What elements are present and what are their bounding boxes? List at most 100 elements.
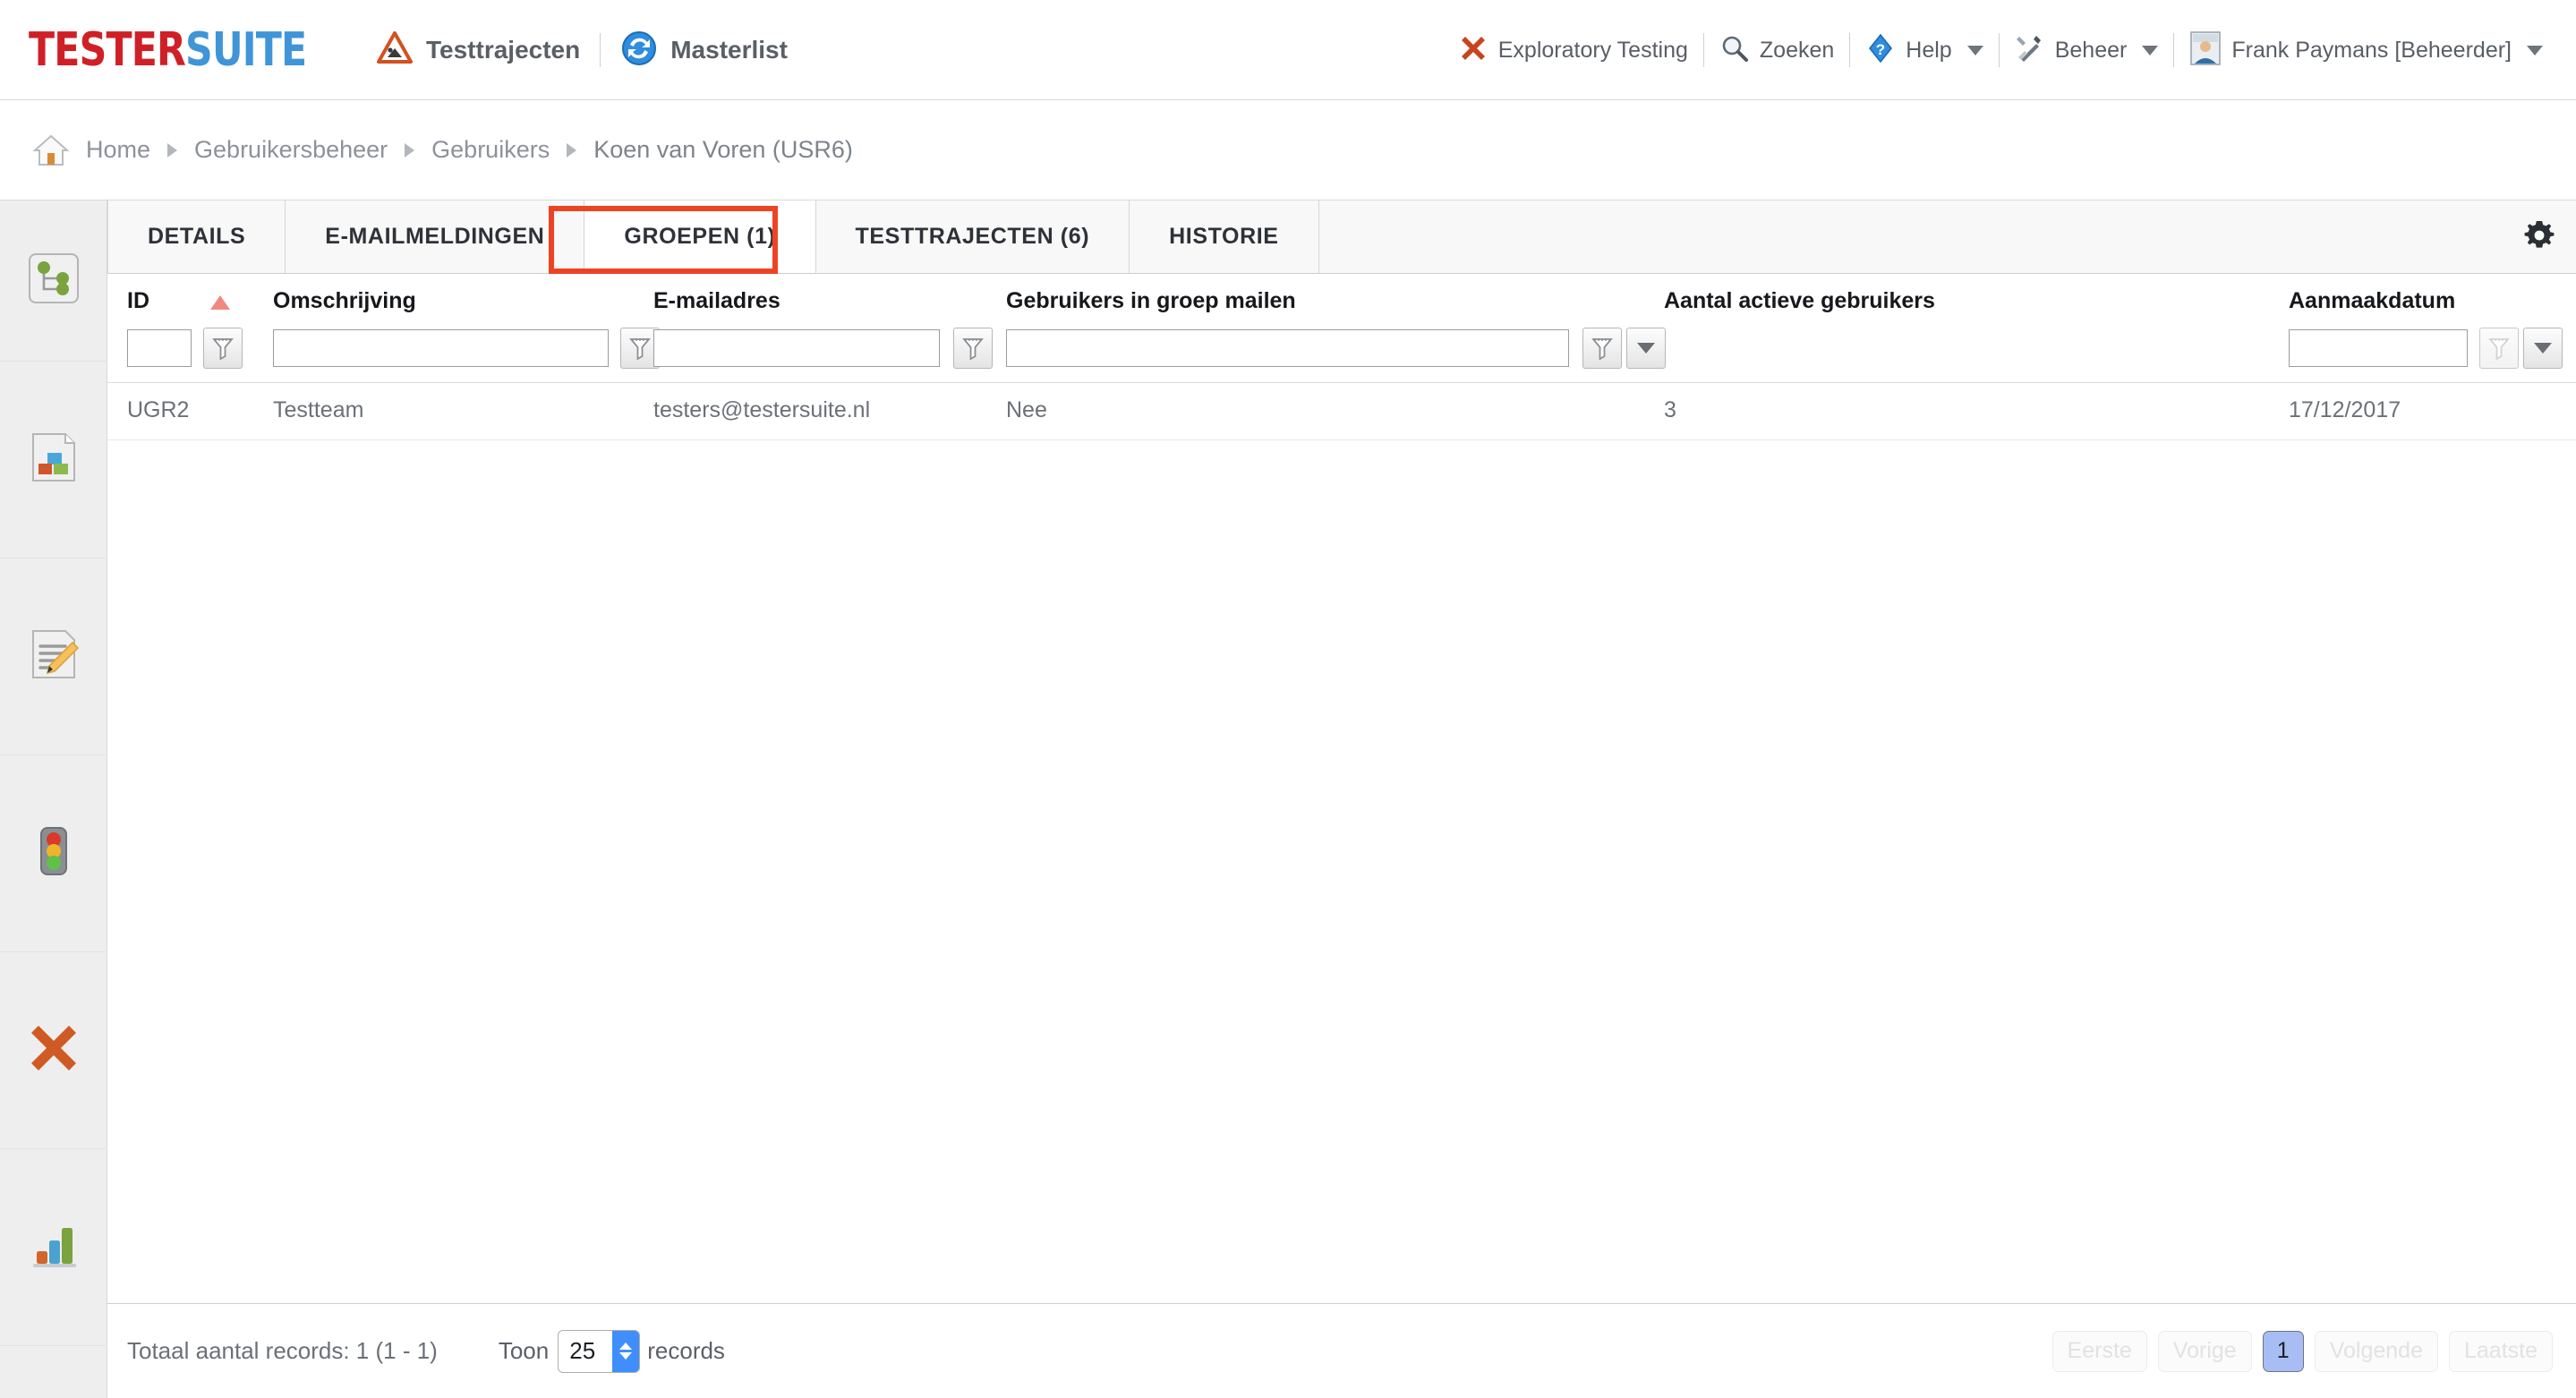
svg-text:?: ? xyxy=(1876,41,1885,58)
home-icon[interactable] xyxy=(32,132,70,169)
filter-input-id[interactable] xyxy=(127,329,192,367)
tab-historie[interactable]: HISTORIE xyxy=(1130,200,1319,273)
nav-exploratory-testing[interactable]: Exploratory Testing xyxy=(1443,0,1703,100)
total-records-label: Totaal aantal records: 1 (1 - 1) xyxy=(127,1337,438,1364)
breadcrumb-item-gebruikersbeheer[interactable]: Gebruikersbeheer xyxy=(194,136,388,164)
nav-user-menu-label: Frank Paymans [Beheerder] xyxy=(2231,37,2512,63)
chevron-down-icon[interactable] xyxy=(1966,45,1983,55)
tools-icon xyxy=(2015,33,2045,68)
nav-beheer[interactable]: Beheer xyxy=(2000,0,2174,100)
tab-emailmeldingen[interactable]: E-MAILMELDINGEN xyxy=(286,200,585,273)
filter-button-id[interactable] xyxy=(203,328,243,369)
nav-beheer-label: Beheer xyxy=(2054,37,2128,63)
chevron-right-icon xyxy=(167,142,178,158)
pagination-first: Eerste xyxy=(2051,1330,2147,1372)
cell-aanmaakdatum: 17/12/2017 xyxy=(2289,397,2401,422)
chevron-down-icon[interactable] xyxy=(2142,45,2159,55)
logo-part-suite: SUITE xyxy=(185,23,307,77)
breadcrumb-item-gebruikers[interactable]: Gebruikers xyxy=(431,136,550,164)
records-label: records xyxy=(647,1337,725,1364)
nav-zoeken[interactable]: Zoeken xyxy=(1704,0,1849,100)
chevron-down-icon[interactable] xyxy=(2527,45,2543,55)
column-header-id[interactable]: ID xyxy=(127,288,149,314)
stepper-icon[interactable] xyxy=(612,1330,640,1372)
cell-mailen: Nee xyxy=(1006,397,1047,422)
nav-exploratory-testing-label: Exploratory Testing xyxy=(1497,37,1688,63)
column-header-email[interactable]: E-mailadres xyxy=(653,288,780,314)
column-header-omschrijving[interactable]: Omschrijving xyxy=(273,288,416,314)
dropdown-button-aanmaakdatum[interactable] xyxy=(2523,328,2563,369)
filter-button-aanmaakdatum[interactable] xyxy=(2479,328,2519,369)
sidebar-item-document-edit[interactable] xyxy=(0,558,107,755)
main-content: DETAILS E-MAILMELDINGEN GROEPEN (1) TEST… xyxy=(107,200,2576,1398)
gear-icon xyxy=(2522,218,2556,257)
breadcrumb: Home Gebruikersbeheer Gebruikers Koen va… xyxy=(0,100,2576,200)
column-header-aanmaakdatum[interactable]: Aanmaakdatum xyxy=(2289,288,2455,314)
filter-input-email[interactable] xyxy=(653,329,940,367)
main-nav: Testtrajecten Masterlist xyxy=(356,0,807,100)
cell-omschrijving: Testteam xyxy=(273,397,364,422)
chevron-down-icon xyxy=(619,1352,633,1360)
table-header: ID Omschrijving E-mailadres Gebruikers i… xyxy=(107,274,2576,383)
table-row[interactable]: UGR2 Testteam testers@testersuite.nl Nee… xyxy=(107,383,2576,440)
pagination-page-1[interactable]: 1 xyxy=(2262,1330,2304,1372)
app-logo[interactable]: TESTERSUITE xyxy=(29,23,307,77)
nav-zoeken-label: Zoeken xyxy=(1759,37,1835,63)
sidebar-item-traffic-light[interactable] xyxy=(0,755,107,952)
search-icon xyxy=(1719,33,1750,68)
breadcrumb-item-current: Koen van Voren (USR6) xyxy=(593,136,853,163)
cell-email: testers@testersuite.nl xyxy=(653,397,871,422)
header-right-nav: Exploratory Testing Zoeken ? Help Beheer xyxy=(1443,0,2558,100)
chevron-right-icon xyxy=(405,142,415,158)
page-size-label: Toon xyxy=(498,1337,550,1364)
hierarchy-tree-icon xyxy=(26,251,81,311)
pagination-next: Volgende xyxy=(2314,1330,2438,1372)
avatar-icon xyxy=(2189,30,2222,70)
sidebar-item-hierarchy[interactable] xyxy=(0,200,107,362)
nav-help[interactable]: ? Help xyxy=(1850,0,1998,100)
dropdown-button-mailen[interactable] xyxy=(1626,328,1666,369)
column-header-actieve-gebruikers[interactable]: Aantal actieve gebruikers xyxy=(1664,288,1935,314)
sort-ascending-icon[interactable] xyxy=(210,295,230,310)
page-size-value: 25 xyxy=(569,1337,596,1364)
help-diamond-icon: ? xyxy=(1865,33,1896,68)
left-sidebar xyxy=(0,200,107,1398)
document-blocks-icon xyxy=(26,430,81,490)
chevron-down-icon xyxy=(2534,343,2552,354)
pagination: Eerste Vorige 1 Volgende Laatste xyxy=(2051,1330,2553,1372)
nav-help-label: Help xyxy=(1906,37,1952,63)
tab-testtrajecten[interactable]: TESTTRAJECTEN (6) xyxy=(815,200,1130,273)
logo-part-tester: TESTER xyxy=(29,23,186,77)
nav-item-testtrajecten-label: Testtrajecten xyxy=(426,36,581,64)
filter-button-email[interactable] xyxy=(953,328,993,369)
sidebar-item-reports[interactable] xyxy=(0,1149,107,1346)
chevron-down-icon xyxy=(1637,343,1655,354)
chevron-right-icon xyxy=(567,142,577,158)
page-size-select[interactable]: 25 xyxy=(558,1329,641,1373)
roadworks-sign-icon xyxy=(376,30,414,72)
filter-input-aanmaakdatum[interactable] xyxy=(2289,329,2468,367)
breadcrumb-item-home[interactable]: Home xyxy=(86,136,150,164)
filter-button-mailen[interactable] xyxy=(1582,328,1622,369)
traffic-light-icon xyxy=(26,823,81,883)
column-header-mailen[interactable]: Gebruikers in groep mailen xyxy=(1006,288,1296,314)
filter-input-mailen[interactable] xyxy=(1006,329,1569,367)
tab-bar: DETAILS E-MAILMELDINGEN GROEPEN (1) TEST… xyxy=(107,200,2576,274)
top-header: TESTERSUITE Testtrajecten Masterlist Exp… xyxy=(0,0,2576,100)
globe-refresh-icon xyxy=(620,30,658,72)
settings-button[interactable] xyxy=(2522,200,2556,274)
tab-groepen[interactable]: GROEPEN (1) xyxy=(584,200,816,273)
sidebar-item-document-blocks[interactable] xyxy=(0,362,107,558)
tab-details[interactable]: DETAILS xyxy=(107,200,286,273)
document-edit-icon xyxy=(26,627,81,686)
red-x-icon xyxy=(1458,33,1488,68)
nav-user-menu[interactable]: Frank Paymans [Beheerder] xyxy=(2174,0,2558,100)
cell-actieve-gebruikers: 3 xyxy=(1664,397,1676,422)
chevron-up-icon xyxy=(619,1343,633,1350)
orange-x-icon xyxy=(26,1020,81,1080)
sidebar-item-close[interactable] xyxy=(0,952,107,1149)
filter-input-omschrijving[interactable] xyxy=(273,329,609,367)
nav-item-masterlist[interactable]: Masterlist xyxy=(601,0,807,100)
nav-item-testtrajecten[interactable]: Testtrajecten xyxy=(356,0,600,100)
pagination-last: Laatste xyxy=(2448,1330,2553,1372)
